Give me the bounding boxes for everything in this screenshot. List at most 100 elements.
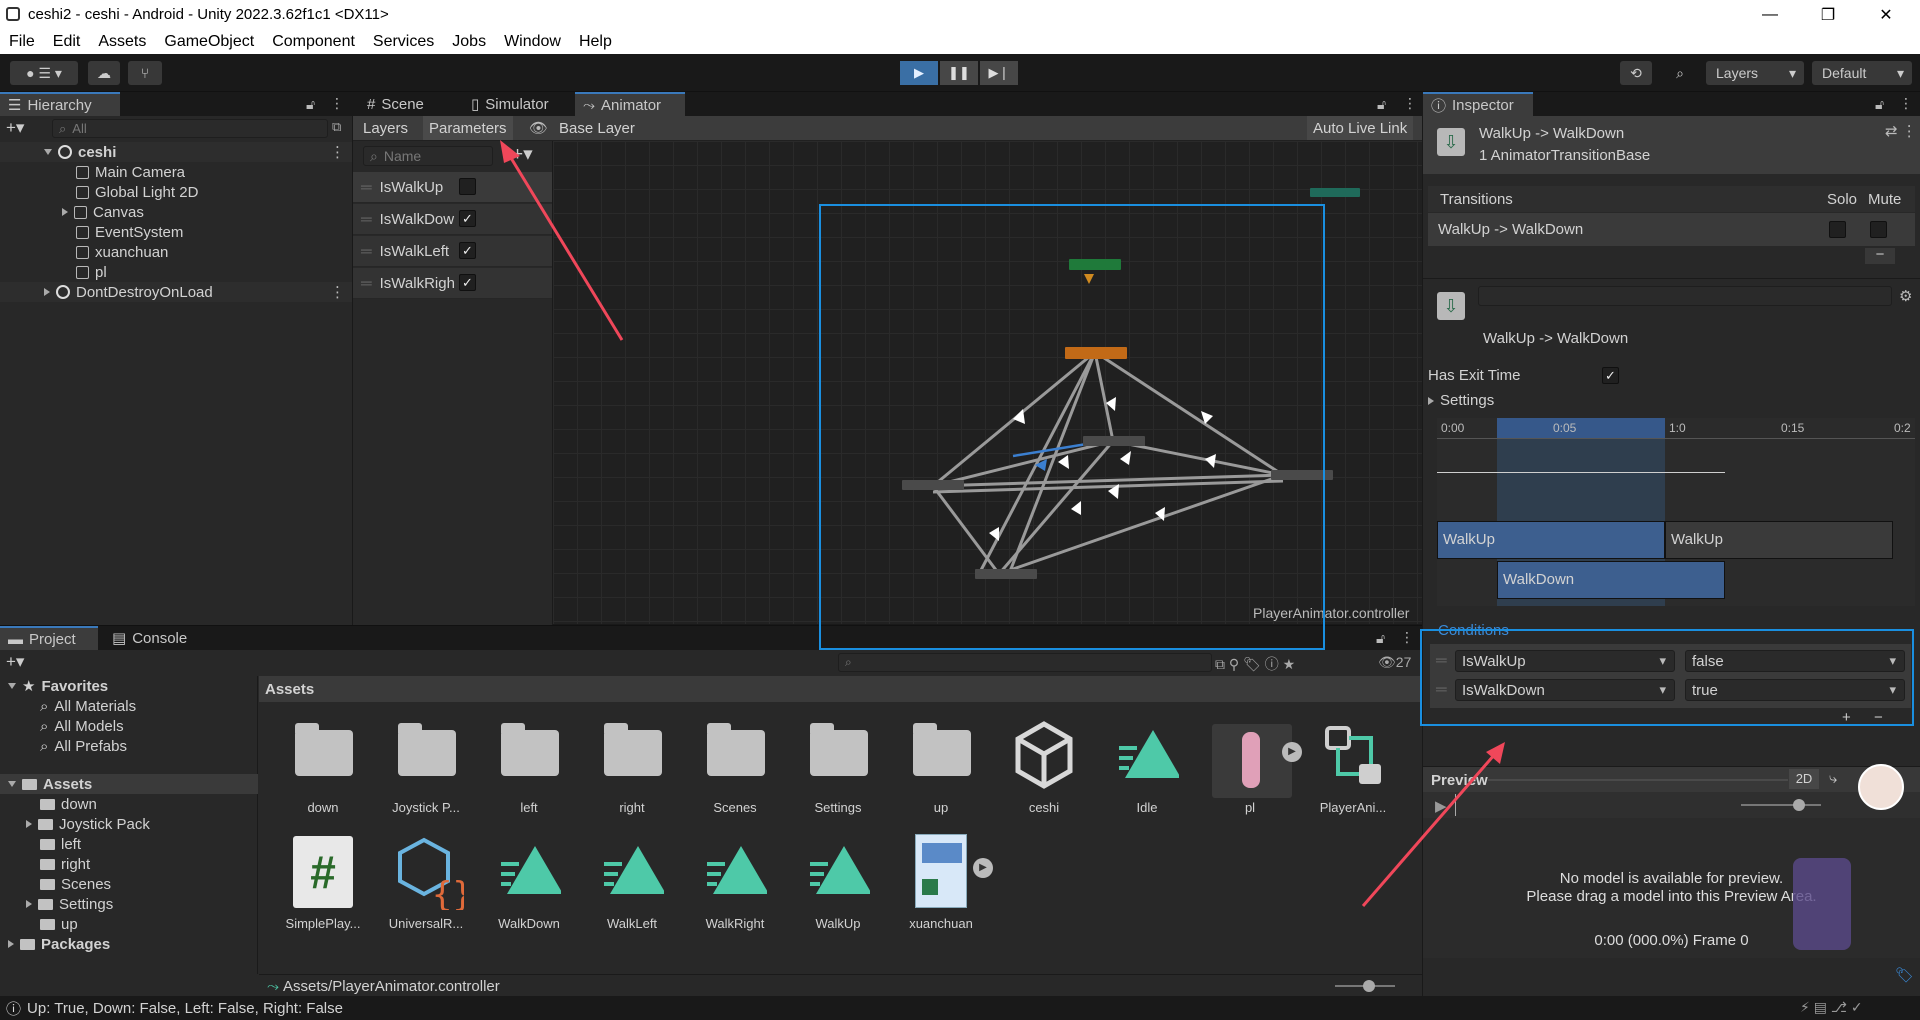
tree-folder[interactable]: Joystick Pack xyxy=(0,814,258,834)
menu-services[interactable]: Services xyxy=(364,33,443,51)
asset-folder[interactable]: left xyxy=(479,712,579,820)
expand-icon[interactable] xyxy=(44,288,50,296)
asset-folder[interactable]: Settings xyxy=(788,712,888,820)
filter-icons[interactable]: ⧉ ⚲ 🏷︎ ⓘ ★ xyxy=(1215,654,1295,674)
asset-folder[interactable]: right xyxy=(582,712,682,820)
asset-animation-clip[interactable]: WalkLeft xyxy=(582,828,682,936)
asset-scene[interactable]: ceshi xyxy=(994,712,1094,820)
play-button[interactable]: ▶ xyxy=(900,61,938,85)
transition-timeline[interactable]: 0:00 0:05 1:0 0:15 0:2 WalkUp WalkUp Wal… xyxy=(1437,418,1915,606)
has-exit-time-checkbox[interactable]: ✓ xyxy=(1602,367,1619,384)
favorite-item[interactable]: ⌕ All Models xyxy=(0,716,258,736)
expand-icon[interactable] xyxy=(44,149,52,155)
hierarchy-item-xuanchuan[interactable]: xuanchuan xyxy=(0,242,352,262)
cloud-icon[interactable]: ☁ xyxy=(88,61,120,85)
expand-texture-icon[interactable]: ▶ xyxy=(973,858,993,878)
asset-animation-clip[interactable]: WalkUp xyxy=(788,828,888,936)
asset-folder[interactable]: up xyxy=(891,712,991,820)
more-icon[interactable]: ⋮ xyxy=(1403,95,1417,112)
asset-render-pipeline[interactable]: {} UniversalR... xyxy=(376,828,476,936)
preview-scrubber[interactable] xyxy=(1455,794,1456,816)
auto-live-link-button[interactable]: Auto Live Link xyxy=(1307,116,1414,140)
add-icon[interactable]: +▾ xyxy=(6,118,24,138)
parameter-row[interactable]: ═ IsWalkRigh ✓ xyxy=(353,268,552,299)
asset-folder[interactable]: down xyxy=(273,712,373,820)
floating-widget[interactable] xyxy=(1793,858,1851,950)
lock-icon[interactable]: 🔓︎ xyxy=(1376,630,1385,647)
close-button[interactable]: ✕ xyxy=(1858,0,1914,29)
tab-console[interactable]: ▤ Console xyxy=(104,626,195,650)
expand-icon[interactable] xyxy=(26,900,32,908)
parameter-search-input[interactable]: ⌕ Name xyxy=(363,146,493,166)
tree-folder[interactable]: up xyxy=(0,914,258,934)
settings-foldout[interactable]: Settings xyxy=(1428,392,1494,409)
asset-texture[interactable]: ▶ xuanchuan xyxy=(891,828,993,936)
favorite-item[interactable]: ⌕ All Materials xyxy=(0,696,258,716)
asset-animation-clip[interactable]: WalkDown xyxy=(479,828,579,936)
more-icon[interactable]: ⋮ xyxy=(330,95,344,112)
breadcrumb-assets[interactable]: Assets xyxy=(265,681,314,698)
tab-simulator[interactable]: ▯ Simulator xyxy=(463,92,557,116)
more-icon[interactable]: ⋮ xyxy=(1899,95,1913,112)
step-button[interactable]: ▶❘ xyxy=(980,61,1018,85)
menu-component[interactable]: Component xyxy=(263,33,364,51)
asset-animator-controller[interactable]: PlayerAni... xyxy=(1303,712,1403,820)
expand-icon[interactable] xyxy=(62,208,68,216)
parameter-row[interactable]: ═ IsWalkUp xyxy=(353,172,552,203)
drag-handle-icon[interactable]: ═ xyxy=(361,243,372,260)
menu-assets[interactable]: Assets xyxy=(89,33,155,51)
tab-animator[interactable]: ⤳ Animator xyxy=(575,92,685,116)
drag-handle-icon[interactable]: ═ xyxy=(361,211,372,228)
menu-window[interactable]: Window xyxy=(495,33,570,51)
more-icon[interactable]: ⋮ xyxy=(330,283,345,301)
hierarchy-scene-row[interactable]: ceshi ⋮ xyxy=(0,142,352,162)
tree-folder[interactable]: left xyxy=(0,834,258,854)
lock-icon[interactable]: 🔓︎ xyxy=(1875,96,1884,113)
scene-visibility-icon[interactable]: ⧉ xyxy=(332,119,341,135)
lock-icon[interactable]: 🔓︎ xyxy=(306,96,315,113)
expand-icon[interactable] xyxy=(26,820,32,828)
drag-handle-icon[interactable]: ═ xyxy=(361,275,372,292)
transition-list-row[interactable]: WalkUp -> WalkDown xyxy=(1428,213,1915,246)
layers-dropdown[interactable]: Layers ▾ xyxy=(1706,61,1804,85)
tree-folder[interactable]: Settings xyxy=(0,894,258,914)
asset-script[interactable]: # SimplePlay... xyxy=(273,828,373,936)
lock-icon[interactable]: 🔓︎ xyxy=(1377,96,1386,113)
drag-handle-icon[interactable]: ═ xyxy=(361,179,372,196)
pivot-icon[interactable]: ⤷ xyxy=(1829,770,1837,787)
asset-folder[interactable]: Scenes xyxy=(685,712,785,820)
status-message[interactable]: Up: True, Down: False, Left: False, Righ… xyxy=(27,1000,343,1017)
add-icon[interactable]: +▾ xyxy=(6,652,24,672)
menu-help[interactable]: Help xyxy=(570,33,621,51)
menu-gameobject[interactable]: GameObject xyxy=(155,33,263,51)
assets-root-row[interactable]: Assets xyxy=(0,774,258,794)
parameter-checkbox[interactable]: ✓ xyxy=(459,242,476,259)
hierarchy-item-global-light[interactable]: Global Light 2D xyxy=(0,182,352,202)
parameter-row[interactable]: ═ IsWalkDow ✓ xyxy=(353,204,552,235)
speed-slider-track[interactable] xyxy=(1741,804,1821,806)
layout-dropdown[interactable]: Default ▾ xyxy=(1812,61,1912,85)
parameter-row[interactable]: ═ IsWalkLeft ✓ xyxy=(353,236,552,267)
preview-2d-toggle[interactable]: 2D xyxy=(1789,769,1819,789)
expand-icon[interactable] xyxy=(8,781,16,787)
hierarchy-search-input[interactable]: ⌕ All xyxy=(52,119,328,138)
parameter-checkbox[interactable] xyxy=(459,178,476,195)
expand-icon[interactable] xyxy=(8,940,14,948)
more-icon[interactable]: ⋮ xyxy=(1400,629,1414,646)
packages-row[interactable]: Packages xyxy=(0,934,258,954)
tag-icon[interactable]: 🏷︎ xyxy=(1895,966,1914,984)
clip-bar-source[interactable]: WalkUp xyxy=(1437,521,1665,559)
preview-resize-handle[interactable] xyxy=(1488,779,1788,781)
favorite-item[interactable]: ⌕ All Prefabs xyxy=(0,736,258,756)
remove-transition-button[interactable]: − xyxy=(1865,247,1895,264)
breadcrumb-base-layer[interactable]: Base Layer xyxy=(559,120,635,137)
expand-icon[interactable] xyxy=(8,683,16,689)
parameter-checkbox[interactable]: ✓ xyxy=(459,274,476,291)
tab-hierarchy[interactable]: ☰ Hierarchy xyxy=(0,92,120,116)
mute-checkbox[interactable] xyxy=(1870,221,1887,238)
tree-folder[interactable]: right xyxy=(0,854,258,874)
parameters-tab[interactable]: Parameters xyxy=(423,116,513,140)
hierarchy-item-main-camera[interactable]: Main Camera xyxy=(0,162,352,182)
minimize-button[interactable]: — xyxy=(1742,0,1798,29)
menu-jobs[interactable]: Jobs xyxy=(443,33,495,51)
